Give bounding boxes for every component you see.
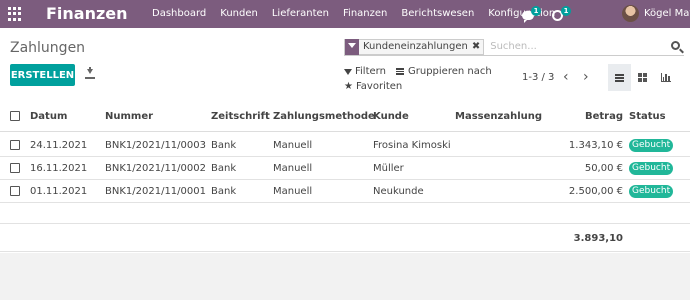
pager-value[interactable]: 1-3 / 3 [522,72,554,83]
activities-button[interactable]: 1 [552,5,571,21]
column-header-customer[interactable]: Kunde [373,101,409,131]
cell-number: BNK1/2021/11/0002 [105,162,206,174]
column-header-batch[interactable]: Massenzahlung [455,101,542,131]
search-input[interactable] [490,41,681,52]
table-row[interactable]: 24.11.2021 BNK1/2021/11/0003 Bank Manuel… [0,134,690,157]
group-by-icon [396,68,404,75]
search-bar: Kundeneinzahlungen ✖ [344,38,684,56]
group-by-label: Gruppieren nach [408,66,492,77]
menu-item-dashboard[interactable]: Dashboard [152,8,206,19]
cell-journal: Bank [211,185,237,197]
table-footer: 3.893,10 [0,224,690,252]
cell-amount: 2.500,00 € [568,185,623,197]
download-icon[interactable] [85,67,95,79]
bar-chart-icon [660,73,671,82]
cell-journal: Bank [211,139,237,151]
kanban-icon [638,73,647,82]
status-badge: Gebucht [629,161,674,175]
app-title[interactable]: Finanzen [46,4,128,23]
table-row[interactable]: 16.11.2021 BNK1/2021/11/0002 Bank Manuel… [0,157,690,180]
close-icon[interactable]: ✖ [472,41,483,52]
column-header-status[interactable]: Status [629,101,666,131]
list-icon [615,73,624,82]
cell-customer: Neukunde [373,185,424,197]
menu-item-kunden[interactable]: Kunden [220,8,258,19]
cell-method: Manuell [273,185,313,197]
cell-customer: Müller [373,162,404,174]
avatar[interactable] [622,5,639,22]
view-switcher [608,64,677,91]
cell-number: BNK1/2021/11/0001 [105,185,206,197]
menu-item-finanzen[interactable]: Finanzen [343,8,387,19]
create-button[interactable]: ERSTELLEN [10,64,75,86]
apps-menu-icon[interactable] [8,7,22,21]
select-all-checkbox[interactable] [10,111,20,121]
search-facet: Kundeneinzahlungen ✖ [344,38,485,55]
systray: 1 1 Kögel Matthias [522,5,690,23]
cell-amount: 50,00 € [584,162,623,174]
list-view-button[interactable] [608,64,631,91]
cell-method: Manuell [273,162,313,174]
cell-amount: 1.343,10 € [568,139,623,151]
cell-customer: Frosina Kimoski [373,139,451,151]
cell-method: Manuell [273,139,313,151]
status-badge: Gebucht [629,184,674,198]
main-menu: Dashboard Kunden Lieferanten Finanzen Be… [152,8,569,19]
filter-icon [345,38,359,55]
star-icon: ★ [344,81,353,92]
cell-journal: Bank [211,162,237,174]
row-checkbox[interactable] [10,186,20,196]
cell-number: BNK1/2021/11/0003 [105,139,206,151]
filter-label: Filtern [355,66,386,77]
row-checkbox[interactable] [10,140,20,150]
messages-button[interactable]: 1 [522,5,541,23]
search-icon[interactable] [671,41,680,50]
top-navbar: Finanzen Dashboard Kunden Lieferanten Fi… [0,0,690,28]
table-header: Datum Nummer Zeitschrift Zahlungsmethode… [0,101,690,132]
cell-date: 01.11.2021 [30,185,88,197]
breadcrumb: Zahlungen [10,40,86,56]
funnel-icon [344,68,352,75]
status-badge: Gebucht [629,138,674,152]
group-by-button[interactable]: Gruppieren nach [396,66,492,77]
column-header-date[interactable]: Datum [30,101,67,131]
activities-count-badge: 1 [561,5,571,16]
cell-date: 16.11.2021 [30,162,88,174]
user-name[interactable]: Kögel Matthias [644,8,690,19]
menu-item-lieferanten[interactable]: Lieferanten [272,8,329,19]
favorites-button[interactable]: ★ Favoriten [344,81,402,92]
facet-label: Kundeneinzahlungen [363,41,468,52]
chevron-right-icon[interactable]: › [583,69,589,85]
page-background [0,253,690,300]
chevron-left-icon[interactable]: ‹ [563,69,569,85]
cell-date: 24.11.2021 [30,139,88,151]
favorites-label: Favoriten [355,81,403,92]
graph-view-button[interactable] [654,64,677,91]
column-header-number[interactable]: Nummer [105,101,153,131]
menu-item-berichtswesen[interactable]: Berichtswesen [401,8,474,19]
amount-total: 3.893,10 [573,233,623,244]
column-header-amount[interactable]: Betrag [560,101,623,131]
column-header-method[interactable]: Zahlungsmethode [273,101,375,131]
table-row[interactable]: 01.11.2021 BNK1/2021/11/0001 Bank Manuel… [0,180,690,203]
table-empty-space [0,204,690,224]
filter-button[interactable]: Filtern [344,66,386,77]
messages-count-badge: 1 [531,5,541,16]
column-header-journal[interactable]: Zeitschrift [211,101,270,131]
kanban-view-button[interactable] [631,64,654,91]
row-checkbox[interactable] [10,163,20,173]
